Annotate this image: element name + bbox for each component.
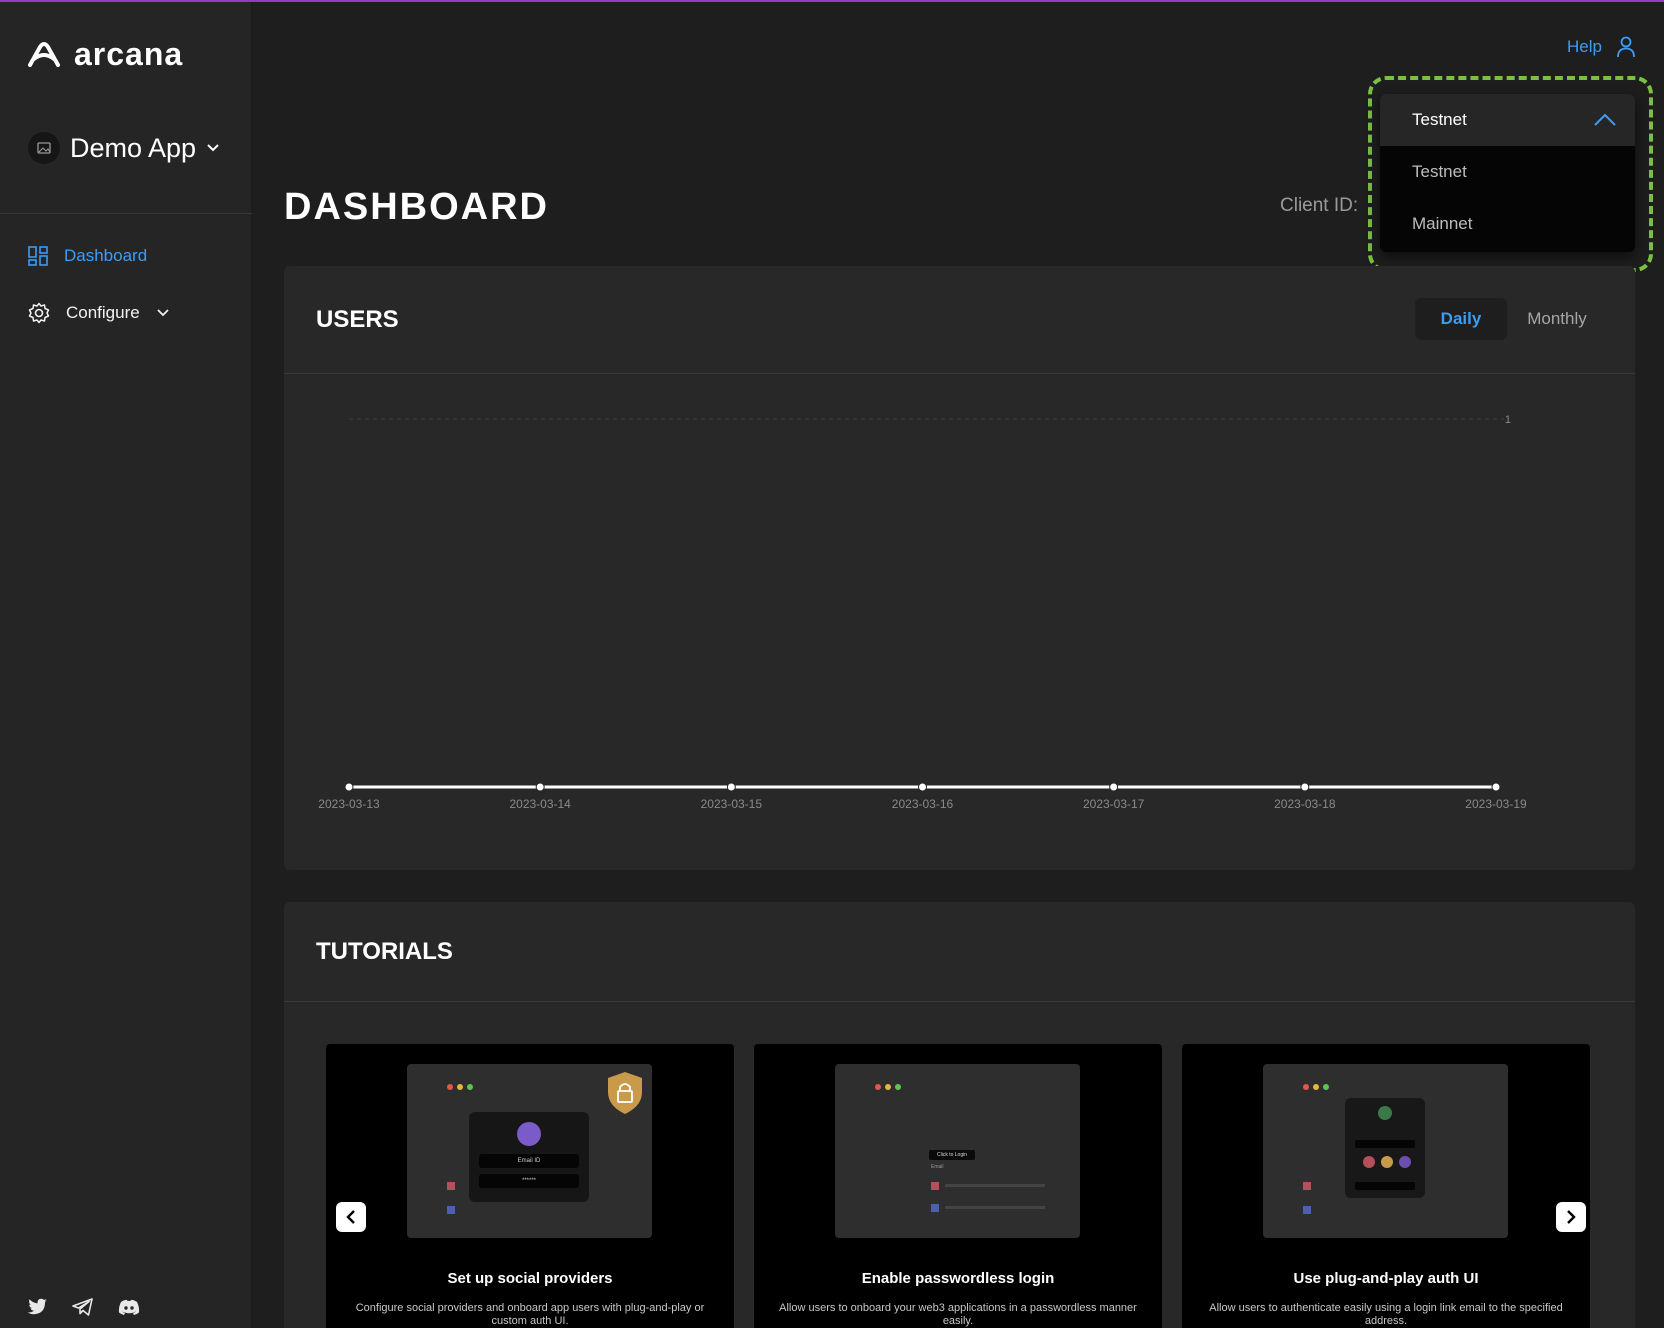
users-card: USERS Daily Monthly 1 2023-03-13 2023-03-1… — [284, 266, 1635, 870]
carousel-next-button[interactable] — [1556, 1202, 1586, 1232]
tutorial-card-social[interactable]: Email ID ****** Set up social providers … — [326, 1044, 734, 1328]
telegram-icon[interactable] — [72, 1298, 94, 1316]
tutorials-title: TUTORIALS — [316, 938, 453, 965]
thumb-field — [1355, 1140, 1415, 1148]
users-title: USERS — [316, 306, 399, 333]
gear-icon — [28, 302, 50, 324]
chevron-down-icon — [207, 144, 219, 152]
avatar — [517, 1122, 541, 1146]
monthly-toggle-button[interactable]: Monthly — [1511, 298, 1603, 340]
window-dots — [875, 1084, 901, 1090]
top-right-actions: Help — [1567, 36, 1636, 58]
sidebar-item-label: Configure — [66, 303, 140, 322]
main-content: Help DASHBOARD Client ID: Testnet Testne… — [252, 2, 1664, 1328]
data-point — [1109, 782, 1119, 792]
twitter-icon[interactable] — [26, 1298, 48, 1316]
brand-name: arcana — [74, 36, 184, 72]
chevron-up-icon — [1594, 113, 1616, 126]
x-tick-label: 2023-03-18 — [1274, 797, 1336, 811]
x-tick-label: 2023-03-13 — [318, 797, 380, 811]
sidebar: arcana Demo App Dashboard Configure — [0, 2, 252, 1328]
tutorials-card-header: TUTORIALS — [284, 902, 1635, 1002]
tutorial-description: Allow users to onboard your web3 applica… — [779, 1302, 1137, 1327]
network-option-mainnet[interactable]: Mainnet — [1380, 198, 1635, 250]
data-point — [344, 782, 354, 792]
thumb-email-field: Email ID — [479, 1154, 579, 1168]
app-selector[interactable]: Demo App — [28, 132, 220, 164]
login-modal-preview: Email ID ****** — [469, 1112, 589, 1202]
x-tick-label: 2023-03-16 — [892, 797, 954, 811]
thumb-email-label: Email — [931, 1164, 944, 1170]
sidebar-marker — [931, 1204, 939, 1212]
network-dropdown[interactable]: Testnet Testnet Mainnet — [1380, 94, 1635, 252]
data-point — [726, 782, 736, 792]
data-point — [1491, 782, 1501, 792]
data-point — [918, 782, 927, 792]
tutorial-title: Enable passwordless login — [861, 1270, 1055, 1287]
tutorial-thumbnail: Click to Login Email — [835, 1064, 1080, 1238]
window-dots — [1303, 1084, 1329, 1090]
sidebar-marker — [931, 1182, 939, 1190]
tutorial-thumbnail: Email ID ****** — [407, 1064, 652, 1238]
social-login-buttons — [1363, 1156, 1411, 1168]
tutorial-title: Set up social providers — [447, 1270, 613, 1287]
network-dropdown-selected[interactable]: Testnet — [1380, 94, 1635, 146]
thumb-login-button: Click to Login — [929, 1150, 975, 1160]
period-toggle: Daily Monthly — [1415, 298, 1603, 340]
client-id-label: Client ID: — [1280, 195, 1359, 216]
users-chart: 1 2023-03-13 2023-03-14 2023-03-15 2023-03-1… — [318, 414, 1527, 811]
sidebar-divider — [0, 213, 252, 214]
tutorial-description: Allow users to authenticate easily using… — [1209, 1302, 1563, 1327]
image-icon — [28, 132, 60, 164]
sidebar-marker — [1303, 1182, 1311, 1190]
chevron-left-icon — [346, 1210, 355, 1224]
carousel-prev-button[interactable] — [336, 1202, 366, 1232]
window-dots — [447, 1084, 473, 1090]
tutorial-thumbnail — [1263, 1064, 1508, 1238]
x-tick-label: 2023-03-17 — [1083, 797, 1145, 811]
sidebar-item-label: Dashboard — [64, 246, 148, 265]
user-icon[interactable] — [1616, 36, 1636, 58]
tutorials-card: TUTORIALS Email ID ****** Set up social … — [284, 902, 1635, 1328]
network-option-testnet[interactable]: Testnet — [1380, 146, 1635, 198]
y-tick-label: 1 — [1505, 414, 1511, 426]
data-point — [1300, 782, 1310, 792]
sidebar-item-dashboard[interactable]: Dashboard — [28, 246, 147, 266]
social-links — [26, 1298, 140, 1316]
discord-icon[interactable] — [118, 1298, 140, 1316]
thumb-field — [1355, 1182, 1415, 1190]
x-tick-label: 2023-03-15 — [701, 797, 763, 811]
users-card-header: USERS Daily Monthly — [284, 266, 1635, 374]
x-tick-label: 2023-03-19 — [1465, 797, 1527, 811]
thumb-line — [945, 1184, 1045, 1187]
sidebar-marker — [1303, 1206, 1311, 1214]
help-link[interactable]: Help — [1567, 37, 1602, 57]
dashboard-icon — [28, 246, 48, 266]
app-name: Demo App — [70, 132, 197, 163]
tutorial-card-auth-ui[interactable]: Use plug-and-play auth UI Allow users to… — [1182, 1044, 1590, 1328]
chevron-down-icon — [157, 309, 169, 317]
tutorial-carousel: Email ID ****** Set up social providers … — [326, 1044, 1590, 1328]
network-selected-label: Testnet — [1412, 110, 1467, 129]
tutorial-title: Use plug-and-play auth UI — [1293, 1270, 1479, 1287]
x-tick-label: 2023-03-14 — [509, 797, 571, 811]
app-root: arcana Demo App Dashboard Configure Help… — [0, 0, 1664, 1328]
daily-toggle-button[interactable]: Daily — [1415, 298, 1507, 340]
logo-dot — [1378, 1106, 1392, 1120]
sidebar-item-configure[interactable]: Configure — [28, 302, 170, 324]
chevron-right-icon — [1567, 1210, 1576, 1224]
sidebar-marker — [447, 1206, 455, 1214]
thumb-line — [945, 1206, 1045, 1209]
page-title: DASHBOARD — [284, 186, 549, 228]
auth-widget-preview — [1345, 1098, 1425, 1198]
tutorial-card-passwordless[interactable]: Click to Login Email Enable passwordless… — [754, 1044, 1162, 1328]
data-point — [535, 782, 545, 792]
thumb-password-field: ****** — [479, 1174, 579, 1188]
tutorial-description: Configure social providers and onboard a… — [355, 1302, 705, 1327]
brand-logo[interactable]: arcana — [26, 36, 183, 73]
lock-shield-icon — [608, 1072, 642, 1114]
arcana-logo-icon — [28, 41, 60, 67]
sidebar-marker — [447, 1182, 455, 1190]
